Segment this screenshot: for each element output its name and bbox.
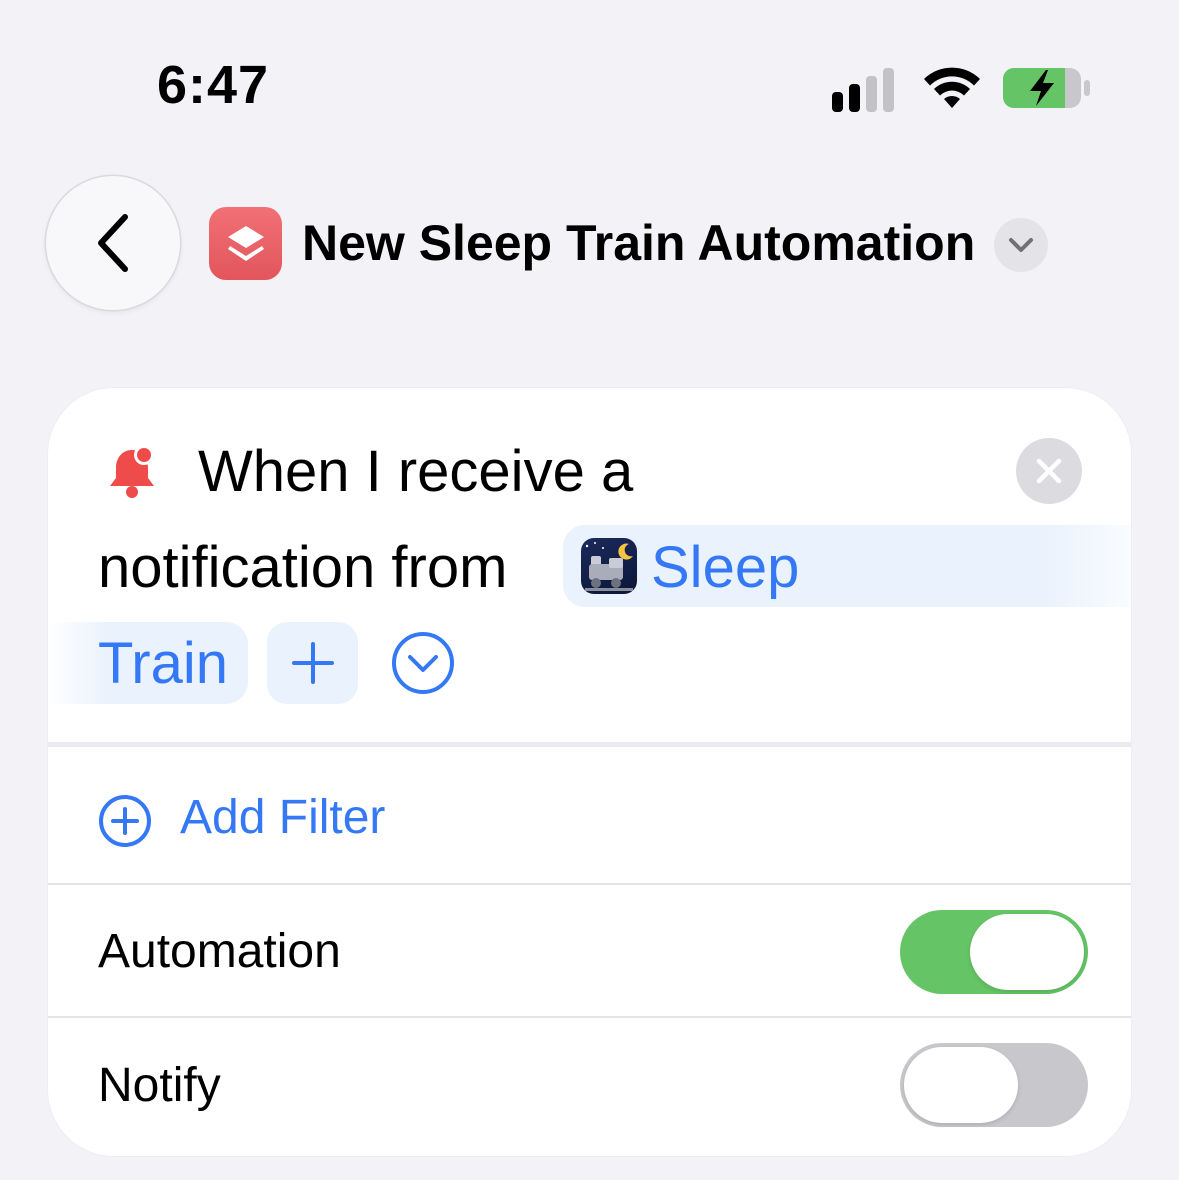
automation-toggle[interactable] — [900, 910, 1088, 994]
status-time: 6:47 — [157, 55, 270, 115]
toggle-knob — [904, 1047, 1018, 1123]
trigger-line-2: notification from — [98, 535, 508, 600]
chevron-left-icon — [98, 214, 128, 272]
bell-badge-icon — [110, 445, 154, 498]
trigger-line-1: When I receive a — [198, 439, 634, 504]
plus-icon — [291, 642, 334, 684]
title-menu-button[interactable] — [994, 218, 1048, 272]
page-title[interactable]: New Sleep Train Automation — [302, 214, 975, 272]
clear-trigger-button[interactable] — [1016, 438, 1082, 504]
close-icon — [1036, 458, 1062, 484]
app-token-label-train[interactable]: Train — [98, 630, 228, 697]
cellular-signal-icon — [832, 64, 902, 112]
toggle-knob — [970, 914, 1084, 990]
add-app-button[interactable] — [267, 622, 358, 704]
row-divider — [48, 1016, 1131, 1018]
row-divider — [48, 883, 1131, 885]
plus-circle-icon[interactable] — [98, 794, 152, 848]
battery-charging-icon — [1003, 68, 1090, 108]
automation-card: When I receive a notification from Sleep… — [48, 388, 1131, 1156]
wifi-icon — [924, 67, 980, 108]
chevron-down-circle-icon[interactable] — [391, 631, 455, 695]
status-icons — [832, 64, 1102, 112]
back-button[interactable] — [46, 176, 180, 310]
train-icon — [581, 538, 637, 594]
app-token[interactable] — [563, 525, 1131, 607]
section-divider — [48, 742, 1131, 747]
app-token-label-sleep[interactable]: Sleep — [651, 534, 799, 601]
add-filter-button[interactable]: Add Filter — [180, 790, 385, 845]
chevron-down-icon — [1009, 238, 1033, 252]
notify-toggle[interactable] — [900, 1043, 1088, 1127]
notify-label: Notify — [98, 1059, 221, 1112]
automation-label: Automation — [98, 925, 341, 978]
shortcuts-app-icon — [209, 207, 282, 280]
layers-icon — [227, 225, 264, 261]
